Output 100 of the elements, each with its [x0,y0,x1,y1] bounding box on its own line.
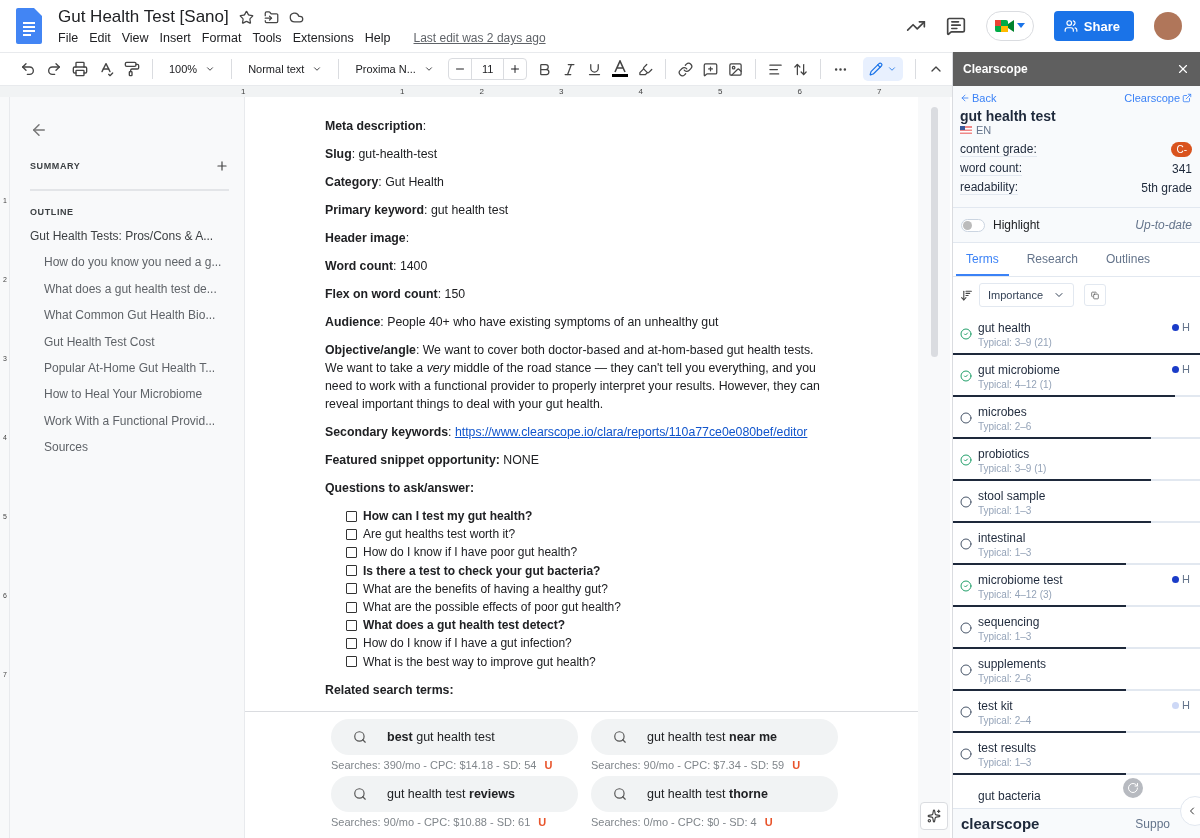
outline-item[interactable]: Popular At-Home Gut Health T... [44,360,216,388]
term-row[interactable]: gut health Typical: 3–9 (21) H [953,313,1200,355]
share-button[interactable]: Share [1053,11,1134,41]
zoom-dropdown[interactable]: 100% [165,63,220,75]
outline-item[interactable]: Gut Health Test Cost [44,334,155,361]
paint-format-icon[interactable] [124,61,140,77]
highlight-toggle[interactable] [961,218,985,232]
plus-icon[interactable] [509,63,522,75]
outline-item[interactable]: How do you know you need a g... [44,255,222,282]
outline-item[interactable]: What does a gut health test de... [44,281,217,309]
clearscope-link[interactable]: Clearscope [1124,92,1192,104]
align-icon[interactable] [768,61,784,77]
sort-icon[interactable] [960,288,973,302]
redo-icon[interactable] [46,61,62,77]
meet-button[interactable] [985,11,1034,41]
print-icon[interactable] [72,61,88,77]
checkbox[interactable] [346,601,357,613]
menu-item[interactable]: File [58,31,79,45]
outline-item[interactable]: Work With a Functional Provid... [44,413,216,441]
editing-mode-button[interactable] [863,57,903,81]
star-icon[interactable] [238,9,254,25]
highlighter-icon[interactable] [638,61,654,77]
ruler-number: 5 [718,87,723,96]
term-row[interactable]: intestinal Typical: 1–3 [953,523,1200,565]
term-name: supplements [978,656,1047,671]
flag-icon [960,126,972,134]
support-link[interactable]: Suppo [1135,816,1170,831]
last-edit-link[interactable]: Last edit was 2 days ago [413,31,546,45]
term-row[interactable]: gut microbiome Typical: 4–12 (1) H [953,355,1200,397]
search-suggestion[interactable]: best gut health test [331,718,578,755]
undo-icon[interactable] [20,61,36,77]
checkbox[interactable] [346,546,357,558]
checkbox[interactable] [346,565,357,577]
text-color-icon[interactable] [612,60,629,78]
paragraph: Primary keyword: gut health test [325,202,510,219]
menu-item[interactable]: Tools [252,31,282,45]
checkbox[interactable] [346,619,357,631]
checkbox[interactable] [346,528,357,540]
typical-range: Typical: 4–12 (3) [978,588,1053,600]
outline-item[interactable]: Gut Health Tests: Pros/Cons & A... [30,229,214,256]
menu-item[interactable]: View [121,31,149,45]
outline-item[interactable]: What Common Gut Health Bio... [44,308,216,335]
line-spacing-icon[interactable] [793,61,809,77]
highlight-label: Highlight [993,218,1041,232]
comment-icon[interactable] [945,16,966,36]
term-row[interactable]: stool sample Typical: 1–3 [953,481,1200,523]
search-icon [353,729,367,744]
link-icon[interactable] [678,61,694,77]
tab[interactable]: Terms [956,243,1009,276]
scrollbar-thumb[interactable] [930,107,938,357]
term-row[interactable]: probiotics Typical: 3–9 (1) [953,439,1200,481]
document-title[interactable]: Gut Health Test [Sano] [58,7,229,27]
question-text: How can I test my gut health? [363,508,533,526]
move-to-folder-icon[interactable] [263,9,279,25]
term-row[interactable]: test results Typical: 1–3 [953,733,1200,775]
search-stats: Searches: 90/mo - CPC: $7.34 - SD: 59 [591,759,785,772]
cloud-icon[interactable] [288,9,304,25]
italic-icon[interactable] [562,61,578,77]
style-dropdown[interactable]: Normal text [244,63,327,75]
typical-range: Typical: 2–4 [978,714,1033,726]
checkbox[interactable] [346,510,357,522]
menu-item[interactable]: Insert [159,31,191,45]
outline-item[interactable]: How to Heal Your Microbiome [44,387,203,414]
menu-item[interactable]: Edit [89,31,111,45]
term-row[interactable]: supplements Typical: 2–6 [953,649,1200,691]
report-link[interactable]: https://www.clearscope.io/clara/reports/110a77ce0e080bef/editor [454,425,808,439]
underline-icon[interactable] [587,61,603,77]
back-link[interactable]: Back [960,92,997,104]
add-comment-icon[interactable] [703,61,719,77]
outline-item[interactable]: Sources [44,440,89,467]
image-icon[interactable] [728,61,744,77]
explore-button[interactable] [920,802,948,830]
term-row[interactable]: microbes Typical: 2–6 [953,397,1200,439]
priority-label: H [1182,573,1190,585]
font-dropdown[interactable]: Proxima N... [351,63,438,75]
stat-label: word count: [960,161,1023,176]
tab[interactable]: Outlines [1096,243,1161,276]
term-row[interactable]: sequencing Typical: 1–3 [953,607,1200,649]
search-suggestion[interactable]: gut health test near me [591,718,838,755]
add-icon[interactable] [215,159,229,173]
menu-item[interactable]: Help [364,31,391,45]
search-suggestion[interactable]: gut health test thorne [591,775,838,812]
menu-item[interactable]: Format [201,31,242,45]
close-icon[interactable] [1176,62,1190,76]
checkbox[interactable] [346,656,357,668]
term-row[interactable]: test kit Typical: 2–4 H [953,691,1200,733]
typical-range: Typical: 2–6 [978,420,1033,432]
docs-logo-icon[interactable] [16,8,42,44]
search-suggestion[interactable]: gut health test reviews [331,775,578,812]
checkbox[interactable] [346,637,357,649]
checkbox[interactable] [346,583,357,595]
avatar[interactable] [1154,12,1182,40]
term-row[interactable]: microbiome test Typical: 4–12 (3) H [953,565,1200,607]
menu-item[interactable]: Extensions [292,31,354,45]
spellcheck-icon[interactable] [98,61,114,77]
term-name: stool sample [978,488,1046,503]
term-row[interactable]: gut bacteria [953,775,1200,808]
sort-dropdown[interactable]: Importance [979,283,1075,307]
ruler-number: 7 [877,87,882,96]
tab[interactable]: Research [1016,243,1089,276]
